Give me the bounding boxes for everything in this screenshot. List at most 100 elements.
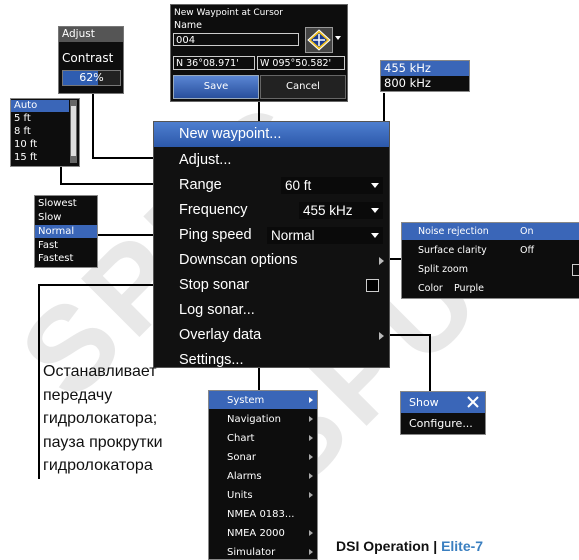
chevron-right-icon (309, 454, 313, 460)
menu-item-adjust[interactable]: Adjust... (154, 148, 389, 173)
latitude-field[interactable]: N 36°08.971' (173, 56, 255, 70)
color-row[interactable]: Color Purple (402, 280, 579, 297)
menu-item-range[interactable]: Range 60 ft (154, 173, 389, 198)
menu-item-ping-speed[interactable]: Ping speed Normal (154, 223, 389, 248)
chevron-right-icon (309, 492, 313, 498)
chevron-right-icon (309, 416, 313, 422)
chevron-down-icon (371, 183, 379, 188)
contrast-slider[interactable]: 62% (62, 70, 121, 86)
connector-line (60, 183, 156, 185)
menu-item-label: Log sonar... (179, 302, 255, 318)
split-zoom-checkbox[interactable] (572, 264, 579, 276)
surface-clarity-value[interactable]: Off (520, 245, 534, 256)
surface-clarity-label: Surface clarity (418, 245, 487, 256)
save-button[interactable]: Save (173, 75, 259, 99)
name-field[interactable]: 004 (173, 33, 299, 46)
connector-line (96, 234, 156, 236)
settings-item-label: Alarms (227, 471, 262, 482)
cancel-button[interactable]: Cancel (260, 75, 346, 99)
ping-speed-dropdown[interactable]: Normal (267, 227, 383, 244)
overlay-configure-item[interactable]: Configure... (409, 417, 473, 430)
adjust-popup: Adjust Contrast 62% (58, 26, 124, 94)
footer-product: Elite-7 (441, 538, 484, 554)
callout-line: передачу (43, 386, 113, 404)
connector-line (38, 284, 156, 286)
close-icon[interactable] (467, 396, 479, 408)
settings-item-system[interactable]: System (209, 391, 317, 409)
stop-sonar-callout: Останавливает передачу гидролокатора; па… (43, 360, 163, 478)
range-option[interactable]: 15 ft (14, 152, 37, 163)
ping-option[interactable]: Fast (38, 240, 58, 251)
menu-item-label: Ping speed (179, 227, 252, 243)
menu-item-overlay-data[interactable]: Overlay data (154, 323, 389, 348)
menu-item-new-waypoint[interactable]: New waypoint... (154, 122, 389, 147)
settings-item-sonar[interactable]: Sonar (209, 448, 317, 466)
connector-line (429, 334, 431, 392)
noise-rejection-value[interactable]: On (520, 226, 534, 237)
chevron-right-icon (309, 549, 313, 555)
scrollbar-thumb[interactable] (71, 106, 76, 156)
overlay-data-popup: Show Configure... (400, 391, 486, 435)
save-label: Save (203, 81, 229, 92)
range-option[interactable]: Auto (11, 100, 69, 112)
settings-item-nmea-2000[interactable]: NMEA 2000 (209, 524, 317, 542)
ping-speed-list: Slowest Slow Normal Fast Fastest (34, 195, 98, 268)
dialog-title: New Waypoint at Cursor (174, 8, 283, 18)
sonar-menu: New waypoint... Adjust... Range 60 ft Fr… (153, 121, 390, 368)
new-waypoint-dialog: New Waypoint at Cursor Name 004 N 36°08.… (170, 4, 348, 102)
range-dropdown[interactable]: 60 ft (281, 177, 383, 194)
frequency-option[interactable]: 800 kHz (384, 76, 431, 91)
longitude-field[interactable]: W 095°50.582' (257, 56, 345, 70)
ping-option[interactable]: Fastest (38, 253, 73, 264)
frequency-option[interactable]: 455 kHz (381, 61, 469, 76)
range-option[interactable]: 5 ft (14, 113, 31, 124)
chevron-down-icon (371, 233, 379, 238)
noise-rejection-row[interactable]: Noise rejection On (402, 223, 579, 240)
ping-option[interactable]: Slow (38, 212, 61, 223)
chevron-right-icon (309, 473, 313, 479)
ping-option[interactable]: Slowest (38, 198, 77, 209)
split-zoom-row[interactable]: Split zoom (402, 261, 579, 278)
menu-item-frequency[interactable]: Frequency 455 kHz (154, 198, 389, 223)
settings-item-alarms[interactable]: Alarms (209, 467, 317, 485)
connector-line (92, 157, 156, 159)
frequency-dropdown[interactable]: 455 kHz (299, 202, 383, 219)
menu-item-log-sonar[interactable]: Log sonar... (154, 298, 389, 323)
settings-item-units[interactable]: Units (209, 486, 317, 504)
settings-item-simulator[interactable]: Simulator (209, 543, 317, 559)
range-option[interactable]: 10 ft (14, 139, 37, 150)
connector-line (60, 166, 62, 184)
ping-speed-value: Normal (271, 228, 315, 243)
settings-item-nmea-0183[interactable]: NMEA 0183... (209, 505, 317, 523)
menu-item-stop-sonar[interactable]: Stop sonar (154, 273, 389, 298)
contrast-value: 62% (79, 71, 104, 84)
name-label: Name (174, 20, 203, 31)
menu-item-label: Settings... (179, 352, 244, 368)
callout-line: Останавливает (43, 363, 157, 380)
ping-option[interactable]: Normal (35, 225, 97, 238)
waypoint-icon-button[interactable] (305, 27, 333, 53)
settings-item-navigation[interactable]: Navigation (209, 410, 317, 428)
settings-item-label: Sonar (227, 452, 257, 463)
footer-section: DSI Operation (336, 538, 430, 554)
frequency-value: 455 kHz (303, 203, 353, 218)
overlay-show-row[interactable]: Show (401, 392, 485, 413)
chevron-down-icon[interactable] (335, 36, 341, 40)
callout-line: пауза прокрутки (43, 433, 163, 451)
callout-line: гидролокатора; (43, 410, 158, 427)
scrollbar[interactable] (70, 100, 77, 163)
chevron-right-icon (309, 530, 313, 536)
surface-clarity-row[interactable]: Surface clarity Off (402, 242, 579, 259)
settings-item-chart[interactable]: Chart (209, 429, 317, 447)
connector-line (92, 93, 94, 158)
split-zoom-label: Split zoom (418, 264, 468, 275)
color-value[interactable]: Purple (454, 283, 484, 294)
range-option[interactable]: 8 ft (14, 126, 31, 137)
menu-item-downscan-options[interactable]: Downscan options (154, 248, 389, 273)
menu-item-label: Downscan options (179, 252, 298, 268)
stop-sonar-checkbox[interactable] (366, 279, 379, 292)
menu-item-settings[interactable]: Settings... (154, 348, 389, 373)
menu-item-label: Frequency (179, 202, 248, 218)
waypoint-symbol-icon (307, 29, 331, 51)
settings-item-label: Chart (227, 433, 255, 444)
